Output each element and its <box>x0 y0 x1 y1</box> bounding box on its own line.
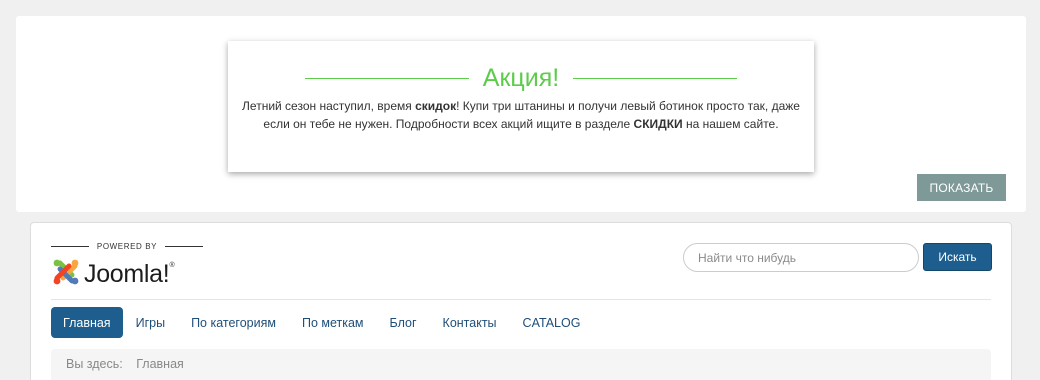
logo-registered-mark: ® <box>169 262 175 269</box>
powered-by-line-right <box>165 246 204 247</box>
powered-by: POWERED BY <box>51 242 204 251</box>
promo-text-part: на нашем сайте. <box>682 117 779 131</box>
nav-item-home[interactable]: Главная <box>51 307 123 338</box>
promo-text: Летний сезон наступил, время скидок! Куп… <box>241 97 801 133</box>
search-button[interactable]: Искать <box>923 243 992 271</box>
promo-card: Акция! Летний сезон наступил, время скид… <box>228 41 814 172</box>
site-logo[interactable]: Joomla!® <box>51 257 175 292</box>
promo-text-bold: скидок <box>415 99 457 113</box>
promo-title-row: Акция! <box>228 65 814 91</box>
site-panel: POWERED BY Joomla!® Искать Главная Иг <box>30 222 1012 380</box>
logo-wordmark: Joomla!® <box>84 260 175 289</box>
promo-title-line-right <box>573 77 738 79</box>
nav-item-contacts[interactable]: Контакты <box>430 307 510 338</box>
search-input[interactable] <box>683 243 919 272</box>
nav-item-tags[interactable]: По меткам <box>289 307 377 338</box>
header-divider <box>51 299 991 300</box>
powered-by-label: POWERED BY <box>96 242 158 251</box>
nav-item-categories[interactable]: По категориям <box>178 307 289 338</box>
main-nav: Главная Игры По категориям По меткам Бло… <box>51 307 593 338</box>
breadcrumb-item-home: Главная <box>136 357 184 371</box>
nav-item-games[interactable]: Игры <box>123 307 178 338</box>
show-button[interactable]: ПОКАЗАТЬ <box>917 174 1006 201</box>
breadcrumb-label: Вы здесь: <box>66 357 123 371</box>
joomla-logo-icon <box>51 257 81 292</box>
promo-text-bold: СКИДКИ <box>633 117 683 131</box>
logo-text: Joomla! <box>84 260 170 288</box>
promo-title-line-left <box>304 77 469 79</box>
nav-item-catalog[interactable]: CATALOG <box>510 307 594 338</box>
powered-by-line-left <box>51 246 89 247</box>
promo-panel: Акция! Летний сезон наступил, время скид… <box>16 16 1026 212</box>
nav-item-blog[interactable]: Блог <box>377 307 430 338</box>
breadcrumb: Вы здесь: Главная <box>51 349 991 380</box>
promo-text-part: Летний сезон наступил, время <box>242 99 416 113</box>
promo-title: Акция! <box>482 64 560 92</box>
